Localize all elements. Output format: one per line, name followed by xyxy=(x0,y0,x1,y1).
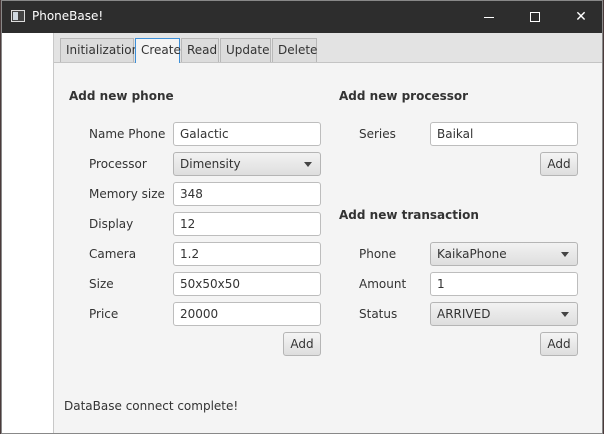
tab-create[interactable]: Create xyxy=(135,38,181,63)
processor-section-title: Add new processor xyxy=(339,89,469,103)
memory-size-label: Memory size xyxy=(89,187,165,201)
tab-bar: Initialization Create Read Update Delete xyxy=(54,33,602,63)
close-icon: ✕ xyxy=(575,9,587,25)
maximize-button[interactable] xyxy=(512,1,558,33)
size-input[interactable]: 50x50x50 xyxy=(173,272,321,296)
size-label: Size xyxy=(89,277,114,291)
tab-read[interactable]: Read xyxy=(181,38,219,62)
name-phone-input[interactable]: Galactic xyxy=(173,122,321,146)
price-label: Price xyxy=(89,307,119,321)
status-label: Status xyxy=(359,307,398,321)
main-content: Initialization Create Read Update Delete… xyxy=(54,33,602,433)
memory-size-input[interactable]: 348 xyxy=(173,182,321,206)
tab-initialization[interactable]: Initialization xyxy=(60,38,139,62)
transaction-phone-value: KaikaPhone xyxy=(437,247,507,261)
processor-label: Processor xyxy=(89,157,147,171)
amount-label: Amount xyxy=(359,277,407,291)
chevron-down-icon xyxy=(561,312,569,317)
tab-delete[interactable]: Delete xyxy=(272,38,317,62)
chevron-down-icon xyxy=(304,162,312,167)
processor-select-value: Dimensity xyxy=(180,157,241,171)
status-select-value: ARRIVED xyxy=(437,307,491,321)
phone-section-title: Add new phone xyxy=(69,89,174,103)
transaction-section-title: Add new transaction xyxy=(339,208,479,222)
add-phone-button[interactable]: Add xyxy=(283,332,321,356)
left-panel xyxy=(2,33,54,433)
transaction-phone-select[interactable]: KaikaPhone xyxy=(430,242,578,266)
display-label: Display xyxy=(89,217,134,231)
add-processor-button[interactable]: Add xyxy=(540,152,578,176)
tab-update[interactable]: Update xyxy=(220,38,271,62)
app-window: PhoneBase! ✕ Initialization Create Read … xyxy=(1,0,603,434)
name-phone-label: Name Phone xyxy=(89,127,166,141)
status-message: DataBase connect complete! xyxy=(64,399,239,413)
camera-label: Camera xyxy=(89,247,137,261)
camera-input[interactable]: 1.2 xyxy=(173,242,321,266)
transaction-phone-label: Phone xyxy=(359,247,397,261)
minimize-icon xyxy=(484,16,494,18)
status-select[interactable]: ARRIVED xyxy=(430,302,578,326)
title-bar: PhoneBase! ✕ xyxy=(2,1,602,33)
processor-select[interactable]: Dimensity xyxy=(173,152,321,176)
add-transaction-button[interactable]: Add xyxy=(540,332,578,356)
series-label: Series xyxy=(359,127,396,141)
app-icon xyxy=(11,10,25,22)
display-input[interactable]: 12 xyxy=(173,212,321,236)
close-button[interactable]: ✕ xyxy=(558,1,604,33)
maximize-icon xyxy=(530,12,540,22)
window-title: PhoneBase! xyxy=(32,9,104,23)
price-input[interactable]: 20000 xyxy=(173,302,321,326)
minimize-button[interactable] xyxy=(466,1,512,33)
series-input[interactable]: Baikal xyxy=(430,122,578,146)
chevron-down-icon xyxy=(561,252,569,257)
amount-input[interactable]: 1 xyxy=(430,272,578,296)
